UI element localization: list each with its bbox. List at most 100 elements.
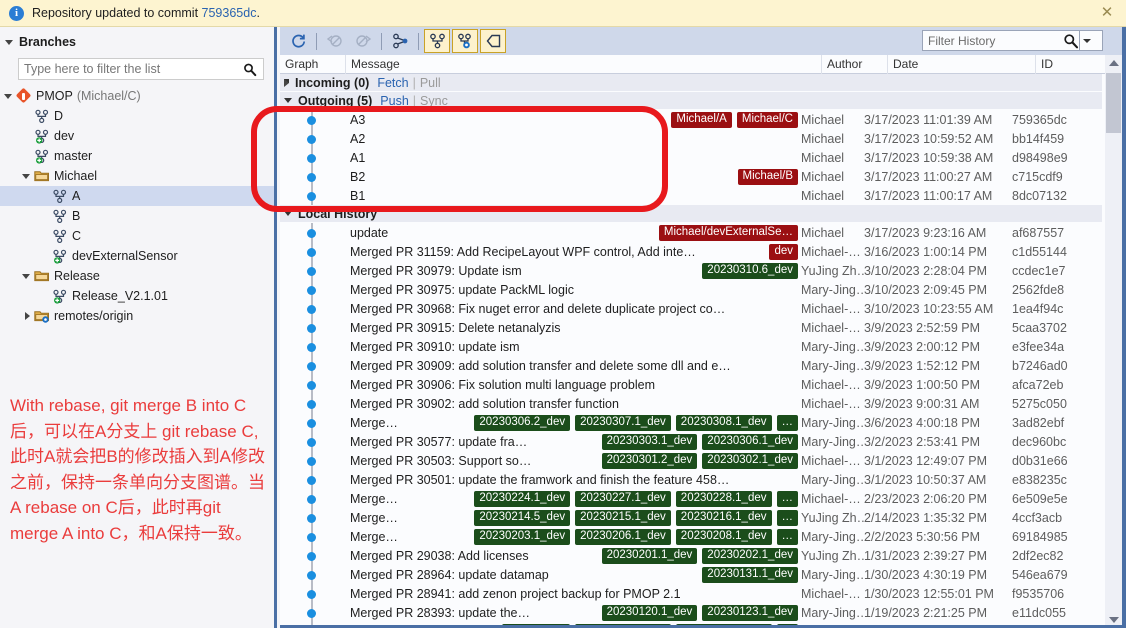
filter-history-dropdown[interactable] (1079, 31, 1094, 50)
branch-tree-item-remotes-origin[interactable]: remotes/origin (0, 306, 274, 326)
commit-row[interactable]: Merged PR 30503: Support so… 20230301.2_d… (280, 451, 1102, 470)
commit-row[interactable]: Merged PR 30909: add solution transfer a… (280, 356, 1102, 375)
chevron-down-icon[interactable] (22, 273, 30, 279)
tag-badge[interactable]: 20230301.2_dev (601, 452, 698, 469)
commit-row[interactable]: Merged PR 30902: add solution transfer f… (280, 394, 1102, 413)
commit-row[interactable]: Merged PR 28393: update the… 20230120.1_d… (280, 603, 1102, 622)
branch-tree-item-michael[interactable]: Michael (0, 166, 274, 186)
undo-commit-icon[interactable] (322, 29, 348, 53)
tag-badge[interactable]: 20230307.1_dev (575, 414, 671, 431)
chevron-down-icon[interactable] (4, 93, 12, 99)
close-icon[interactable]: ✕ (1098, 4, 1116, 22)
history-group-local-history[interactable]: Local History (280, 205, 1102, 223)
branch-tree-item-dev[interactable]: dev (0, 126, 274, 146)
chevron-down-icon[interactable] (22, 173, 30, 179)
commit-row[interactable]: update Michael/devExternalSe… Michael 3/17/… (280, 223, 1102, 242)
branch-graph-icon[interactable] (387, 29, 413, 53)
branch-tree-item-a[interactable]: A (0, 186, 274, 206)
column-header-author[interactable]: Author (822, 54, 888, 74)
commit-row[interactable]: Merged PR 31159: Add RecipeLayout WPF co… (280, 242, 1102, 261)
history-group-outgoing-5-[interactable]: Outgoing (5) Push | Sync (280, 92, 1102, 110)
chevron-right-icon[interactable] (25, 312, 30, 320)
history-action-push[interactable]: Push (380, 94, 409, 108)
commit-row[interactable]: Merged PR 28964: update datamap 20230131.… (280, 565, 1102, 584)
commit-row[interactable]: Merged PR 30979: Update ism 20230310.6_de… (280, 261, 1102, 280)
tag-badge[interactable]: 20230216.1_dev (675, 509, 772, 526)
commit-row[interactable]: B2 Michael/B Michael 3/17/2023 11:00:27 AM c… (280, 167, 1102, 186)
commit-row[interactable]: Merged PR 29038: Add licenses 20230201.1_… (280, 546, 1102, 565)
branch-badge[interactable]: Michael/A (671, 111, 732, 128)
commit-row[interactable]: Merge… 20230306.2_dev 20230307.1_dev 202303… (280, 413, 1102, 432)
chevron-right-icon[interactable] (284, 78, 289, 87)
branch-filter-box[interactable] (18, 58, 264, 80)
tag-badge[interactable]: 20230306.1_dev (702, 433, 798, 450)
commit-row[interactable]: Merged PR 30910: update ism Mary-Jing… 3/9… (280, 337, 1102, 356)
commit-row[interactable]: Merged PR 30906: Fix solution multi lang… (280, 375, 1102, 394)
history-vertical-scrollbar[interactable] (1105, 55, 1122, 628)
commit-row[interactable]: Merge… 20230224.1_dev 20230227.1_dev 202302… (280, 489, 1102, 508)
tag-badge[interactable]: … (776, 414, 798, 431)
branch-filter-input[interactable] (19, 59, 263, 79)
notification-commit-link[interactable]: 759365dc (202, 6, 257, 20)
branch-tree-item-d[interactable]: D (0, 106, 274, 126)
chevron-down-icon[interactable] (284, 98, 292, 103)
commit-row[interactable]: Merged PR 30501: update the framwork and… (280, 470, 1102, 489)
show-tags-icon[interactable] (480, 29, 506, 53)
commit-row[interactable]: Merge… 20230203.1_dev 20230206.1_dev 202302… (280, 527, 1102, 546)
column-header-message[interactable]: Message (346, 54, 822, 74)
branch-tree-item-b[interactable]: B (0, 206, 274, 226)
tag-badge[interactable]: 20230227.1_dev (575, 490, 671, 507)
show-branches-icon[interactable] (424, 29, 450, 53)
redo-commit-icon[interactable] (350, 29, 376, 53)
tag-badge[interactable]: 20230228.1_dev (675, 490, 772, 507)
tag-badge[interactable]: 20230202.1_dev (702, 547, 798, 564)
filter-history-input[interactable] (923, 31, 1061, 50)
commit-row[interactable]: Merged PR 30968: Fix nuget error and del… (280, 299, 1102, 318)
branch-tree-item-release[interactable]: Release (0, 266, 274, 286)
commit-row[interactable]: A1 Michael 3/17/2023 10:59:38 AM d98498e9 (280, 148, 1102, 167)
tag-badge[interactable]: 20230201.1_dev (601, 547, 698, 564)
tag-badge[interactable]: 20230203.1_dev (474, 528, 571, 545)
tag-badge[interactable]: 20230302.1_dev (702, 452, 798, 469)
tag-badge[interactable]: 20230123.1_dev (702, 604, 798, 621)
tag-badge[interactable]: 20230308.1_dev (675, 414, 772, 431)
tag-badge[interactable]: 20230120.1_dev (601, 604, 698, 621)
branch-badge[interactable]: Michael/B (737, 168, 798, 185)
branch-badge[interactable]: dev (769, 243, 798, 260)
tag-badge[interactable]: 20230208.1_dev (675, 528, 772, 545)
commit-row[interactable]: Merged PR 30915: Delete netanalyzis Micha… (280, 318, 1102, 337)
branch-tree-item-c[interactable]: C (0, 226, 274, 246)
tag-badge[interactable]: 20230303.1_dev (601, 433, 698, 450)
branch-tree-item-pmop[interactable]: PMOP (Michael/C) (0, 86, 274, 106)
commit-row[interactable]: B1 Michael 3/17/2023 11:00:17 AM 8dc07132 (280, 186, 1102, 205)
tag-badge[interactable]: 20230206.1_dev (575, 528, 671, 545)
history-action-fetch[interactable]: Fetch (377, 76, 408, 90)
tag-badge[interactable]: 20230310.6_dev (702, 262, 798, 279)
branch-badge[interactable]: Michael/devExternalSe… (658, 224, 798, 241)
tag-badge[interactable]: 20230215.1_dev (575, 509, 671, 526)
column-header-graph[interactable]: Graph (280, 54, 346, 74)
show-remote-branches-icon[interactable] (452, 29, 478, 53)
scroll-up-button[interactable] (1105, 55, 1122, 71)
tag-badge[interactable]: … (776, 490, 798, 507)
commit-row[interactable]: Merged PR 28941: add zenon project backu… (280, 584, 1102, 603)
tag-badge[interactable]: 20230306.2_dev (474, 414, 571, 431)
filter-history-box[interactable] (922, 30, 1103, 51)
commit-row[interactable]: A3 Michael/A Michael/C Michael 3/17/2023 11:… (280, 110, 1102, 129)
scrollbar-thumb[interactable] (1106, 73, 1121, 133)
branch-tree-item-master[interactable]: master (0, 146, 274, 166)
tag-badge[interactable]: … (776, 528, 798, 545)
commit-row[interactable]: Merged PR 30975: update PackML logic Mary… (280, 280, 1102, 299)
refresh-icon[interactable] (285, 29, 311, 53)
branch-badge[interactable]: Michael/C (736, 111, 798, 128)
tag-badge[interactable]: 20230224.1_dev (474, 490, 571, 507)
column-header-date[interactable]: Date (888, 54, 1036, 74)
branch-tree-item-devexternalsensor[interactable]: devExternalSensor (0, 246, 274, 266)
history-group-incoming-0-[interactable]: Incoming (0) Fetch | Pull (280, 74, 1102, 92)
branches-section-header[interactable]: Branches (0, 31, 274, 53)
tag-badge[interactable]: 20230214.5_dev (474, 509, 571, 526)
tag-badge[interactable]: 20230131.1_dev (702, 566, 798, 583)
commit-row[interactable]: A2 Michael 3/17/2023 10:59:52 AM bb14f459 (280, 129, 1102, 148)
chevron-down-icon[interactable] (284, 211, 292, 216)
commit-row[interactable]: Merge… 20230214.5_dev 20230215.1_dev 202302… (280, 508, 1102, 527)
